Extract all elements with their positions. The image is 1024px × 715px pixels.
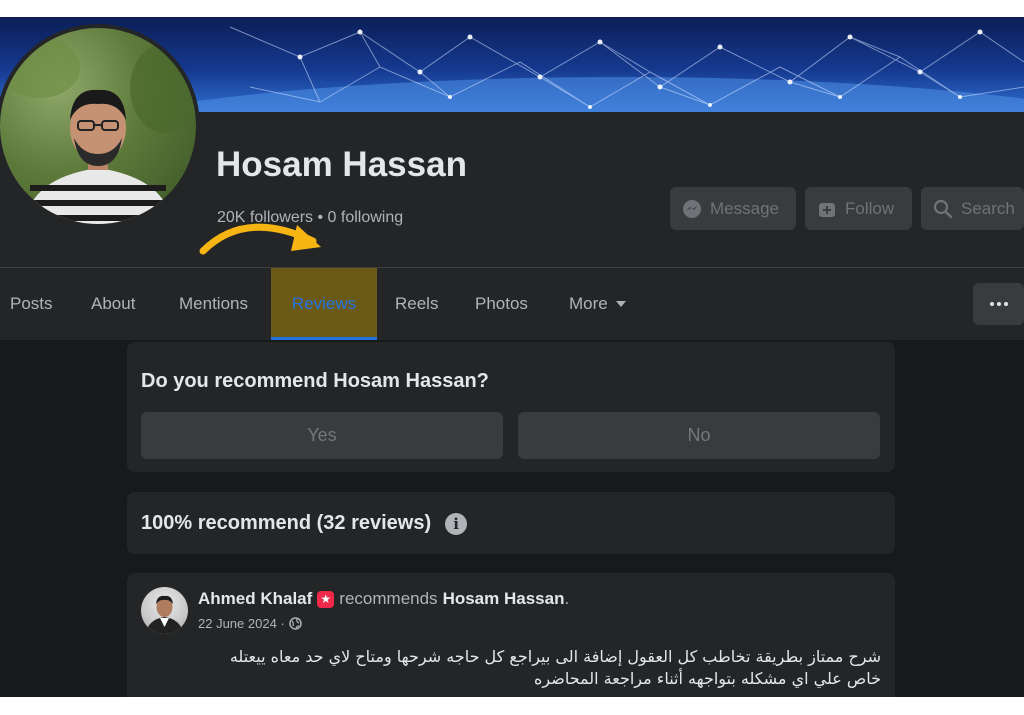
review-text-line: خاص علي اي مشكله بتواجهه أثناء مراجعة ال… <box>534 669 881 688</box>
search-label: Search <box>961 198 1015 218</box>
tab-label: More <box>569 294 608 313</box>
message-label: Message <box>710 198 779 218</box>
follow-icon <box>819 202 835 217</box>
more-dots-icon <box>989 302 994 306</box>
tab-label: Photos <box>475 294 528 313</box>
profile-name: Hosam Hassan <box>216 145 467 184</box>
reviewer-photo <box>145 595 184 634</box>
no-button[interactable]: No <box>518 412 880 459</box>
tab-posts[interactable]: Posts <box>10 268 53 340</box>
person-illustration <box>0 38 196 224</box>
recommend-summary-card: 100% recommend (32 reviews) i <box>127 492 895 554</box>
tab-reels[interactable]: Reels <box>395 268 438 340</box>
tab-label: Reels <box>395 294 439 313</box>
review-text: شرح ممتاز بطريقة تخاطب كل العقول إضافة ا… <box>141 646 881 690</box>
review-date-text[interactable]: 22 June 2024 · <box>198 616 285 631</box>
recommend-card: Do you recommend Hosam Hassan? Yes No <box>127 342 895 472</box>
tab-photos[interactable]: Photos <box>475 268 528 340</box>
follow-button[interactable]: Follow <box>805 187 912 230</box>
facebook-profile-page: Hosam Hassan 20K followers • 0 following… <box>0 17 1024 697</box>
review-header: Ahmed Khalaf ★ recommends Hosam Hassan. <box>198 589 569 609</box>
more-dots-icon <box>1003 302 1008 306</box>
arrow-annotation-icon <box>199 223 321 255</box>
yes-button[interactable]: Yes <box>141 412 503 459</box>
tab-label: Posts <box>10 294 53 313</box>
profile-tabs: Posts About Mentions Reviews Reels Photo… <box>0 268 1024 340</box>
star-badge-icon: ★ <box>317 590 335 608</box>
summary-text: 100% recommend (32 reviews) <box>141 512 432 534</box>
follow-label: Follow <box>845 198 895 218</box>
tab-label: Reviews <box>291 294 357 313</box>
tab-more[interactable]: More <box>569 268 626 340</box>
profile-avatar[interactable] <box>0 24 200 228</box>
reviewer-avatar[interactable] <box>141 587 188 634</box>
messenger-icon <box>683 199 701 218</box>
caret-down-icon <box>615 301 626 307</box>
recommend-summary: 100% recommend (32 reviews) i <box>141 512 468 535</box>
review-text-line: شرح ممتاز بطريقة تخاطب كل العقول إضافة ا… <box>229 647 881 666</box>
review-verb: recommends <box>339 589 438 608</box>
more-dots-icon <box>996 302 1001 306</box>
review-card: Ahmed Khalaf ★ recommends Hosam Hassan. … <box>127 573 895 697</box>
reviewer-name[interactable]: Ahmed Khalaf <box>198 589 312 609</box>
review-period: . <box>564 589 570 608</box>
search-button[interactable]: Search <box>921 187 1024 230</box>
tab-about[interactable]: About <box>91 268 135 340</box>
more-options-button[interactable] <box>973 283 1024 325</box>
review-target[interactable]: Hosam Hassan <box>443 589 565 608</box>
info-icon[interactable]: i <box>445 512 468 535</box>
tab-reviews[interactable]: Reviews <box>271 268 377 340</box>
tab-mentions[interactable]: Mentions <box>179 268 248 340</box>
review-date: 22 June 2024 · <box>198 616 302 631</box>
globe-icon <box>288 617 302 630</box>
tab-label: Mentions <box>179 294 248 313</box>
tab-label: About <box>91 294 136 313</box>
message-button[interactable]: Message <box>670 187 796 230</box>
search-icon <box>933 199 953 218</box>
recommend-question: Do you recommend Hosam Hassan? <box>141 370 489 392</box>
